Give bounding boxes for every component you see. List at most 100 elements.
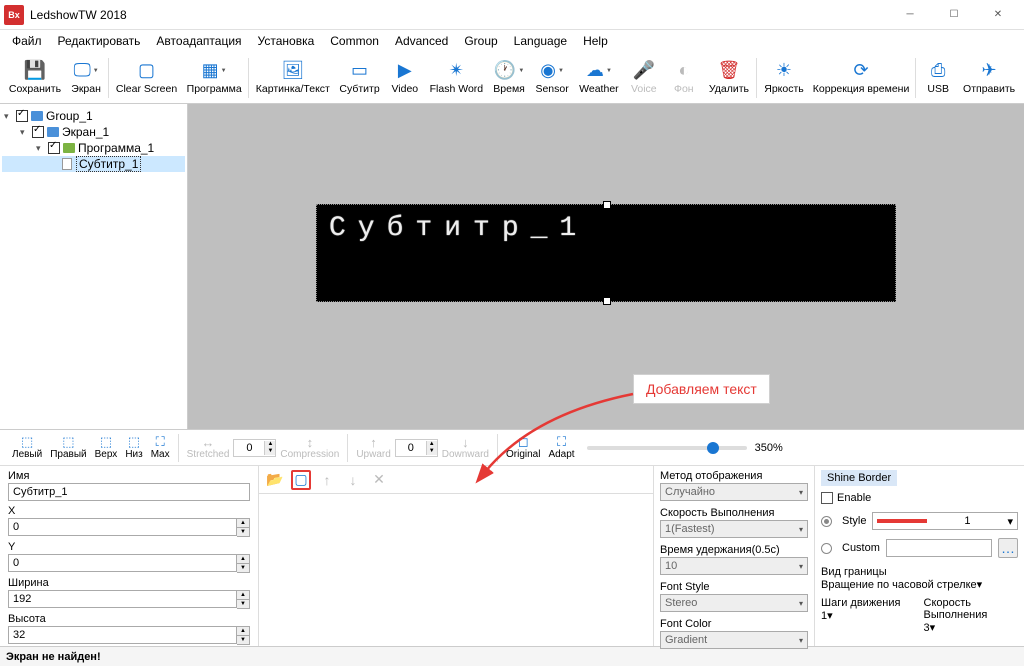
subtitle-button[interactable]: ▭Субтитр [334, 54, 385, 102]
align-max-button[interactable]: ⛶Max [147, 434, 174, 461]
menu-language[interactable]: Language [506, 32, 575, 50]
tree-subtitle[interactable]: Субтитр_1 [2, 156, 185, 172]
usb-icon: ⎙ [928, 61, 948, 81]
canvas-area: Субтитр_1 Добавляем текст [188, 104, 1024, 429]
upward-button[interactable]: ↑Upward [352, 434, 394, 461]
adapt-button[interactable]: ⛶Adapt [544, 434, 578, 461]
move-up-button[interactable]: ↑ [317, 470, 337, 490]
move-down-button[interactable]: ↓ [343, 470, 363, 490]
save-icon: 💾 [25, 61, 45, 81]
original-button[interactable]: ◻Original [502, 434, 544, 461]
send-button[interactable]: ✈Отправить [958, 54, 1020, 102]
content-list[interactable] [259, 494, 653, 646]
screen-icon: 🖵▼ [76, 61, 96, 81]
program-icon: ▦▼ [204, 61, 224, 81]
flash-word-button[interactable]: ✴Flash Word [425, 54, 488, 102]
led-preview-text: Субтитр_1 [317, 205, 895, 252]
upward-value[interactable]: ▲▼ [395, 439, 438, 457]
bottom-panel: ⬚Левый ⬚Правый ⬚Верх ⬚Низ ⛶Max ↔Stretche… [0, 429, 1024, 646]
align-right-button[interactable]: ⬚Правый [46, 434, 90, 461]
browse-button[interactable]: … [998, 538, 1018, 558]
compression-button[interactable]: ↕Compression [276, 434, 343, 461]
menu-group[interactable]: Group [456, 32, 505, 50]
content-panel: 📂 ▢ ↑ ↓ ✕ [258, 466, 654, 646]
border-kind-select[interactable]: Вращение по часовой стрелке▾ [821, 578, 1018, 591]
menu-edit[interactable]: Редактировать [50, 32, 149, 50]
brightness-icon: ☀ [774, 61, 794, 81]
downward-button[interactable]: ↓Downward [438, 434, 493, 461]
style-radio[interactable] [821, 516, 832, 527]
voice-button[interactable]: 🎤Voice [624, 54, 664, 102]
style-select[interactable]: 1▾ [872, 512, 1018, 530]
name-input[interactable] [8, 483, 250, 501]
shine-border-tab[interactable]: Shine Border [821, 470, 897, 486]
tree-program[interactable]: ▾Программа_1 [2, 140, 185, 156]
subtitle-icon: ▭ [350, 61, 370, 81]
flash-icon: ✴ [446, 61, 466, 81]
menu-autoadapt[interactable]: Автоадаптация [148, 32, 249, 50]
video-icon: ▶ [395, 61, 415, 81]
fontstyle-select[interactable]: Stereo▾ [660, 594, 808, 612]
zoom-slider[interactable] [587, 446, 747, 450]
led-preview[interactable]: Субтитр_1 [316, 204, 896, 302]
program-button[interactable]: ▦▼Программа [182, 54, 247, 102]
y-input[interactable] [8, 554, 237, 572]
tree-screen[interactable]: ▾Экран_1 [2, 124, 185, 140]
steps-select[interactable]: 1▾ [821, 609, 916, 622]
menu-help[interactable]: Help [575, 32, 616, 50]
custom-radio[interactable] [821, 543, 832, 554]
add-text-button[interactable]: ▢ [291, 470, 311, 490]
maximize-button[interactable]: ☐ [932, 0, 976, 30]
main-toolbar: 💾Сохранить 🖵▼Экран ▢Clear Screen ▦▼Прогр… [0, 52, 1024, 104]
close-button[interactable]: ✕ [976, 0, 1020, 30]
tree-panel: ▾Group_1 ▾Экран_1 ▾Программа_1 Субтитр_1 [0, 104, 188, 429]
usb-button[interactable]: ⎙USB [918, 54, 958, 102]
app-title: LedshowTW 2018 [30, 8, 888, 22]
menu-file[interactable]: Файл [4, 32, 50, 50]
delete-icon: 🗑 [719, 61, 739, 81]
menu-install[interactable]: Установка [250, 32, 323, 50]
menu-common[interactable]: Common [322, 32, 387, 50]
height-input[interactable] [8, 626, 237, 644]
hold-select[interactable]: 10▾ [660, 557, 808, 575]
image-text-button[interactable]: 🖼Картинка/Текст [251, 54, 334, 102]
save-button[interactable]: 💾Сохранить [4, 54, 66, 102]
align-top-button[interactable]: ⬚Верх [91, 434, 122, 461]
bg-icon: ◐ [674, 61, 694, 81]
display-settings: Метод отображения Случайно▾ Скорость Вып… [654, 466, 814, 646]
stretch-value[interactable]: ▲▼ [233, 439, 276, 457]
sensor-button[interactable]: ◉▼Sensor [530, 54, 574, 102]
minimize-button[interactable]: ─ [888, 0, 932, 30]
enable-checkbox[interactable] [821, 492, 833, 504]
border-settings: Shine Border Enable Style 1▾ Custom … Ви… [814, 466, 1024, 646]
weather-button[interactable]: ☁▼Weather [574, 54, 624, 102]
time-correction-button[interactable]: ⟳Коррекция времени [809, 54, 913, 102]
custom-input[interactable] [886, 539, 992, 557]
exec-speed-select[interactable]: 3▾ [924, 621, 1019, 634]
fontcolor-select[interactable]: Gradient▾ [660, 631, 808, 649]
speed-select[interactable]: 1(Fastest)▾ [660, 520, 808, 538]
width-input[interactable] [8, 590, 237, 608]
time-icon: 🕐▼ [499, 61, 519, 81]
titlebar: Bx LedshowTW 2018 ─ ☐ ✕ [0, 0, 1024, 30]
weather-icon: ☁▼ [589, 61, 609, 81]
method-select[interactable]: Случайно▾ [660, 483, 808, 501]
delete-button[interactable]: 🗑Удалить [704, 54, 754, 102]
align-toolbar: ⬚Левый ⬚Правый ⬚Верх ⬚Низ ⛶Max ↔Stretche… [0, 430, 1024, 466]
screen-button[interactable]: 🖵▼Экран [66, 54, 106, 102]
align-bottom-button[interactable]: ⬚Низ [121, 434, 146, 461]
time-button[interactable]: 🕐▼Время [488, 54, 530, 102]
stretched-button[interactable]: ↔Stretched [183, 434, 234, 461]
x-input[interactable] [8, 518, 237, 536]
callout-tooltip: Добавляем текст [633, 374, 770, 404]
menu-advanced[interactable]: Advanced [387, 32, 456, 50]
remove-button[interactable]: ✕ [369, 470, 389, 490]
align-left-button[interactable]: ⬚Левый [8, 434, 46, 461]
statusbar: Экран не найден! [0, 646, 1024, 666]
video-button[interactable]: ▶Video [385, 54, 425, 102]
background-button[interactable]: ◐Фон [664, 54, 704, 102]
brightness-button[interactable]: ☀Яркость [759, 54, 809, 102]
tree-group[interactable]: ▾Group_1 [2, 108, 185, 124]
clear-screen-button[interactable]: ▢Clear Screen [111, 54, 182, 102]
open-file-button[interactable]: 📂 [265, 470, 285, 490]
